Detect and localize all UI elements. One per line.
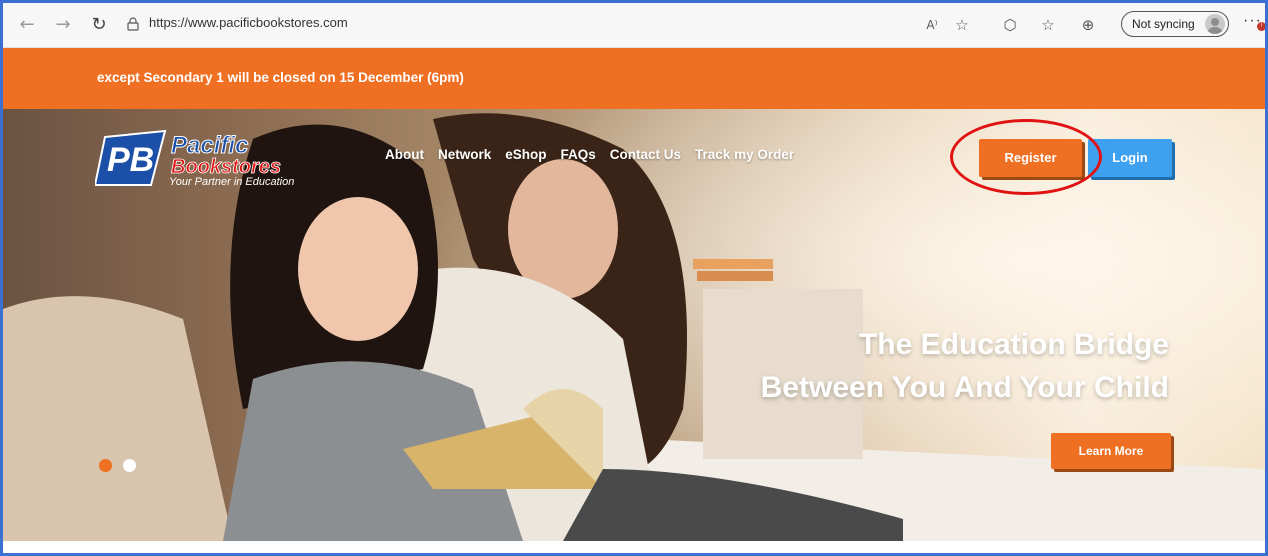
logo-line2: Bookstores [171,156,281,178]
page-content-below [3,541,1265,553]
announcement-text: except Secondary 1 will be closed on 15 … [97,70,464,85]
carousel-indicators [99,459,143,477]
site-logo[interactable]: PB Pacific Bookstores Your Partner in Ed… [93,127,335,188]
carousel-dot-1[interactable] [99,459,112,472]
browser-toolbar: ← → ↻ https://www.pacificbookstores.com … [3,3,1265,48]
nav-network[interactable]: Network [438,147,491,162]
nav-contact-us[interactable]: Contact Us [610,147,681,162]
nav-about[interactable]: About [385,147,424,162]
notification-badge: ! [1257,22,1265,31]
logo-mark: PB [107,141,154,179]
avatar-icon [1205,14,1225,34]
collections-icon[interactable]: ⊕ [1077,14,1099,36]
lock-icon[interactable] [127,17,139,31]
learn-more-button[interactable]: Learn More [1051,433,1171,469]
nav-eshop[interactable]: eShop [505,147,546,162]
logo-line1: Pacific [171,132,248,159]
address-bar[interactable]: https://www.pacificbookstores.com [149,15,348,30]
extensions-icon[interactable]: ⬡ [999,14,1021,36]
announcement-bar: except Secondary 1 will be closed on 15 … [3,48,1265,109]
back-icon[interactable]: ← [17,15,37,35]
read-aloud-icon[interactable]: A⁾ [921,14,943,36]
favorites-icon[interactable]: ☆ [1037,14,1059,36]
sync-status-label: Not syncing [1132,17,1195,31]
hero-banner: PB Pacific Bookstores Your Partner in Ed… [3,109,1265,541]
add-favorite-icon[interactable]: ☆ [951,14,973,36]
annotation-circle [950,119,1102,195]
hero-title-line1: The Education Bridge [858,328,1169,361]
carousel-dot-2[interactable] [123,459,137,472]
hero-title: The Education Bridge Between You And You… [761,323,1169,409]
main-nav: About Network eShop FAQs Contact Us Trac… [385,147,808,162]
logo-tagline: Your Partner in Education [169,176,294,188]
nav-track-order[interactable]: Track my Order [695,147,794,162]
refresh-icon[interactable]: ↻ [89,15,109,35]
browser-window: ← → ↻ https://www.pacificbookstores.com … [3,3,1265,553]
forward-icon[interactable]: → [53,15,73,35]
hero-title-line2: Between You And Your Child [760,371,1169,404]
profile-sync-button[interactable]: Not syncing [1121,11,1229,37]
nav-faqs[interactable]: FAQs [561,147,596,162]
